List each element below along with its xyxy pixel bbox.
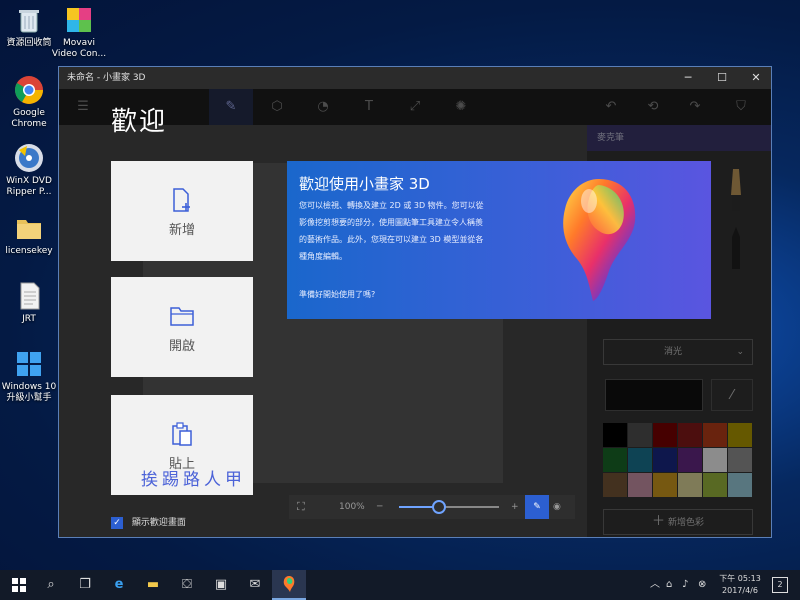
desktop-icon-label: Movavi Video Con... [51, 38, 107, 59]
fit-screen-icon[interactable]: ⛶ [297, 495, 305, 519]
terminal-icon[interactable]: ▣ [204, 570, 238, 600]
clock-date: 2017/4/6 [722, 586, 758, 595]
desktop-icon-label: Windows 10 升級小幫手 [1, 382, 57, 403]
window-title: 未命名 - 小畫家 3D [67, 73, 146, 83]
search-icon[interactable]: ⌕ [34, 570, 68, 600]
desktop-icon-windows10-upgrade[interactable]: Windows 10 升級小幫手 [0, 348, 58, 404]
desktop-icon-label: JRT [22, 314, 36, 324]
file-explorer-icon[interactable]: ▬ [136, 570, 170, 600]
tray-status-icon[interactable]: ⊗ [698, 570, 706, 600]
chrome-icon [13, 74, 45, 106]
document-icon [13, 280, 45, 312]
open-folder-icon [169, 303, 195, 329]
desktop-icon-jrt[interactable]: JRT [0, 280, 58, 325]
taskbar: ⌕ ❐ e ▬ ⛋ ▣ ✉ ︿ ⌂ ♪ ⊗ 下午 05:13 2017/4/6 … [0, 570, 800, 600]
folder-icon [13, 212, 45, 244]
dvd-icon [13, 142, 45, 174]
clock-time: 下午 05:13 [719, 574, 761, 583]
open-card[interactable]: 開啟 [111, 277, 253, 377]
paint3d-logo-icon [559, 175, 639, 305]
network-icon[interactable]: ⌂ [666, 570, 672, 600]
windows-icon [13, 348, 45, 380]
new-card-label: 新增 [168, 223, 195, 238]
recycle-bin-icon [13, 4, 45, 36]
banner-title: 歡迎使用小畫家 3D [299, 175, 430, 193]
checkbox-checked-icon[interactable]: ✓ [111, 516, 123, 529]
task-view-icon[interactable]: ❐ [68, 570, 102, 600]
watermark-text: 挨踢路人甲 [141, 470, 246, 490]
start-button[interactable] [2, 570, 36, 600]
tray-chevron-up-icon[interactable]: ︿ [650, 570, 660, 600]
paint3d-taskbar-icon [283, 576, 295, 592]
desktop-icon-chrome[interactable]: Google Chrome [0, 74, 58, 130]
new-file-icon [169, 187, 195, 213]
open-card-label: 開啟 [168, 339, 195, 354]
close-button[interactable]: ✕ [739, 67, 771, 89]
clock[interactable]: 下午 05:13 2017/4/6 [714, 573, 766, 597]
welcome-banner: 歡迎使用小畫家 3D 您可以檢視、轉換及建立 2D 或 3D 物件。您可以從影像… [287, 161, 711, 319]
maximize-button[interactable]: ☐ [705, 67, 739, 89]
paste-icon [169, 421, 195, 447]
zoom-value: 100% [339, 502, 365, 512]
desktop-icon-label: Google Chrome [11, 108, 47, 129]
show-welcome-label: 顯示歡迎畫面 [131, 518, 186, 528]
edge-icon[interactable]: e [102, 570, 136, 600]
windows-logo-icon [12, 578, 26, 592]
notification-center-icon[interactable]: 2 [772, 577, 788, 593]
movavi-icon [63, 4, 95, 36]
zoom-slider-thumb[interactable] [432, 500, 446, 514]
paint3d-taskbar-button[interactable] [272, 570, 306, 600]
zoom-in-button[interactable]: + [511, 495, 519, 519]
zoom-slider[interactable] [399, 500, 499, 514]
zoom-out-button[interactable]: ─ [377, 495, 382, 519]
paint3d-window: 未命名 - 小畫家 3D ─ ☐ ✕ ☰ ✎ ⬡ ◔ T ⤢ ✺ ↶ ⟲ ↷ ⛉… [58, 66, 772, 538]
show-welcome-toggle[interactable]: ✓ 顯示歡迎畫面 [111, 515, 186, 529]
store-icon[interactable]: ⛋ [170, 570, 204, 600]
banner-description: 您可以檢視、轉換及建立 2D 或 3D 物件。您可以從影像挖剪想要的部分，使用圖… [299, 201, 484, 261]
banner-question: 準備好開始使用了嗎? [299, 290, 376, 299]
welcome-title: 歡迎 [111, 107, 168, 137]
notification-count: 2 [777, 580, 783, 589]
view-3d-icon[interactable]: ◉ [553, 495, 561, 519]
desktop-icon-movavi[interactable]: Movavi Video Con... [50, 4, 108, 60]
minimize-button[interactable]: ─ [671, 67, 705, 89]
title-bar: 未命名 - 小畫家 3D ─ ☐ ✕ [59, 67, 771, 89]
desktop-icon-licensekey[interactable]: licensekey [0, 212, 58, 257]
desktop-icon-label: licensekey [5, 246, 53, 256]
desktop-icon-winx-dvd[interactable]: WinX DVD Ripper P... [0, 142, 58, 198]
volume-icon[interactable]: ♪ [682, 570, 688, 600]
new-card[interactable]: 新增 [111, 161, 253, 261]
brush-mode-button[interactable]: ✎ [525, 495, 549, 519]
desktop-icon-label: WinX DVD Ripper P... [6, 176, 52, 197]
mail-icon[interactable]: ✉ [238, 570, 272, 600]
zoom-bar: ⛶ 100% ─ + ✎ ◉ [289, 495, 575, 519]
